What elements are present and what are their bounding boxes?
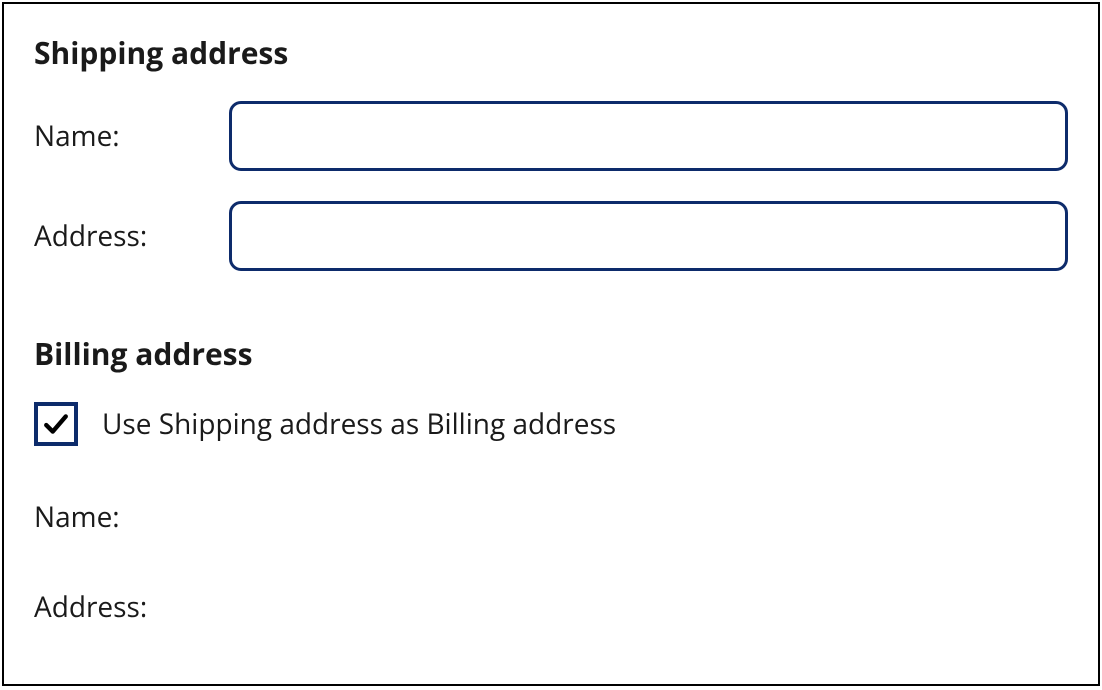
billing-name-row: Name: [34, 498, 1068, 536]
address-form-container: Shipping address Name: Address: Billing … [2, 2, 1100, 686]
shipping-address-input[interactable] [229, 201, 1068, 271]
billing-section: Billing address Use Shipping address as … [34, 333, 1068, 626]
billing-address-label: Address: [34, 588, 147, 626]
shipping-heading: Shipping address [34, 32, 1068, 73]
billing-checkbox-row: Use Shipping address as Billing address [34, 402, 1068, 446]
shipping-name-input[interactable] [229, 101, 1068, 171]
shipping-name-label: Name: [34, 117, 229, 155]
use-shipping-checkbox-label: Use Shipping address as Billing address [102, 405, 616, 443]
shipping-address-label: Address: [34, 217, 229, 255]
checkmark-icon [43, 411, 69, 437]
shipping-address-row: Address: [34, 201, 1068, 271]
billing-address-row: Address: [34, 588, 1068, 626]
use-shipping-checkbox[interactable] [34, 402, 78, 446]
billing-heading: Billing address [34, 333, 1068, 374]
billing-name-label: Name: [34, 498, 120, 536]
shipping-name-row: Name: [34, 101, 1068, 171]
